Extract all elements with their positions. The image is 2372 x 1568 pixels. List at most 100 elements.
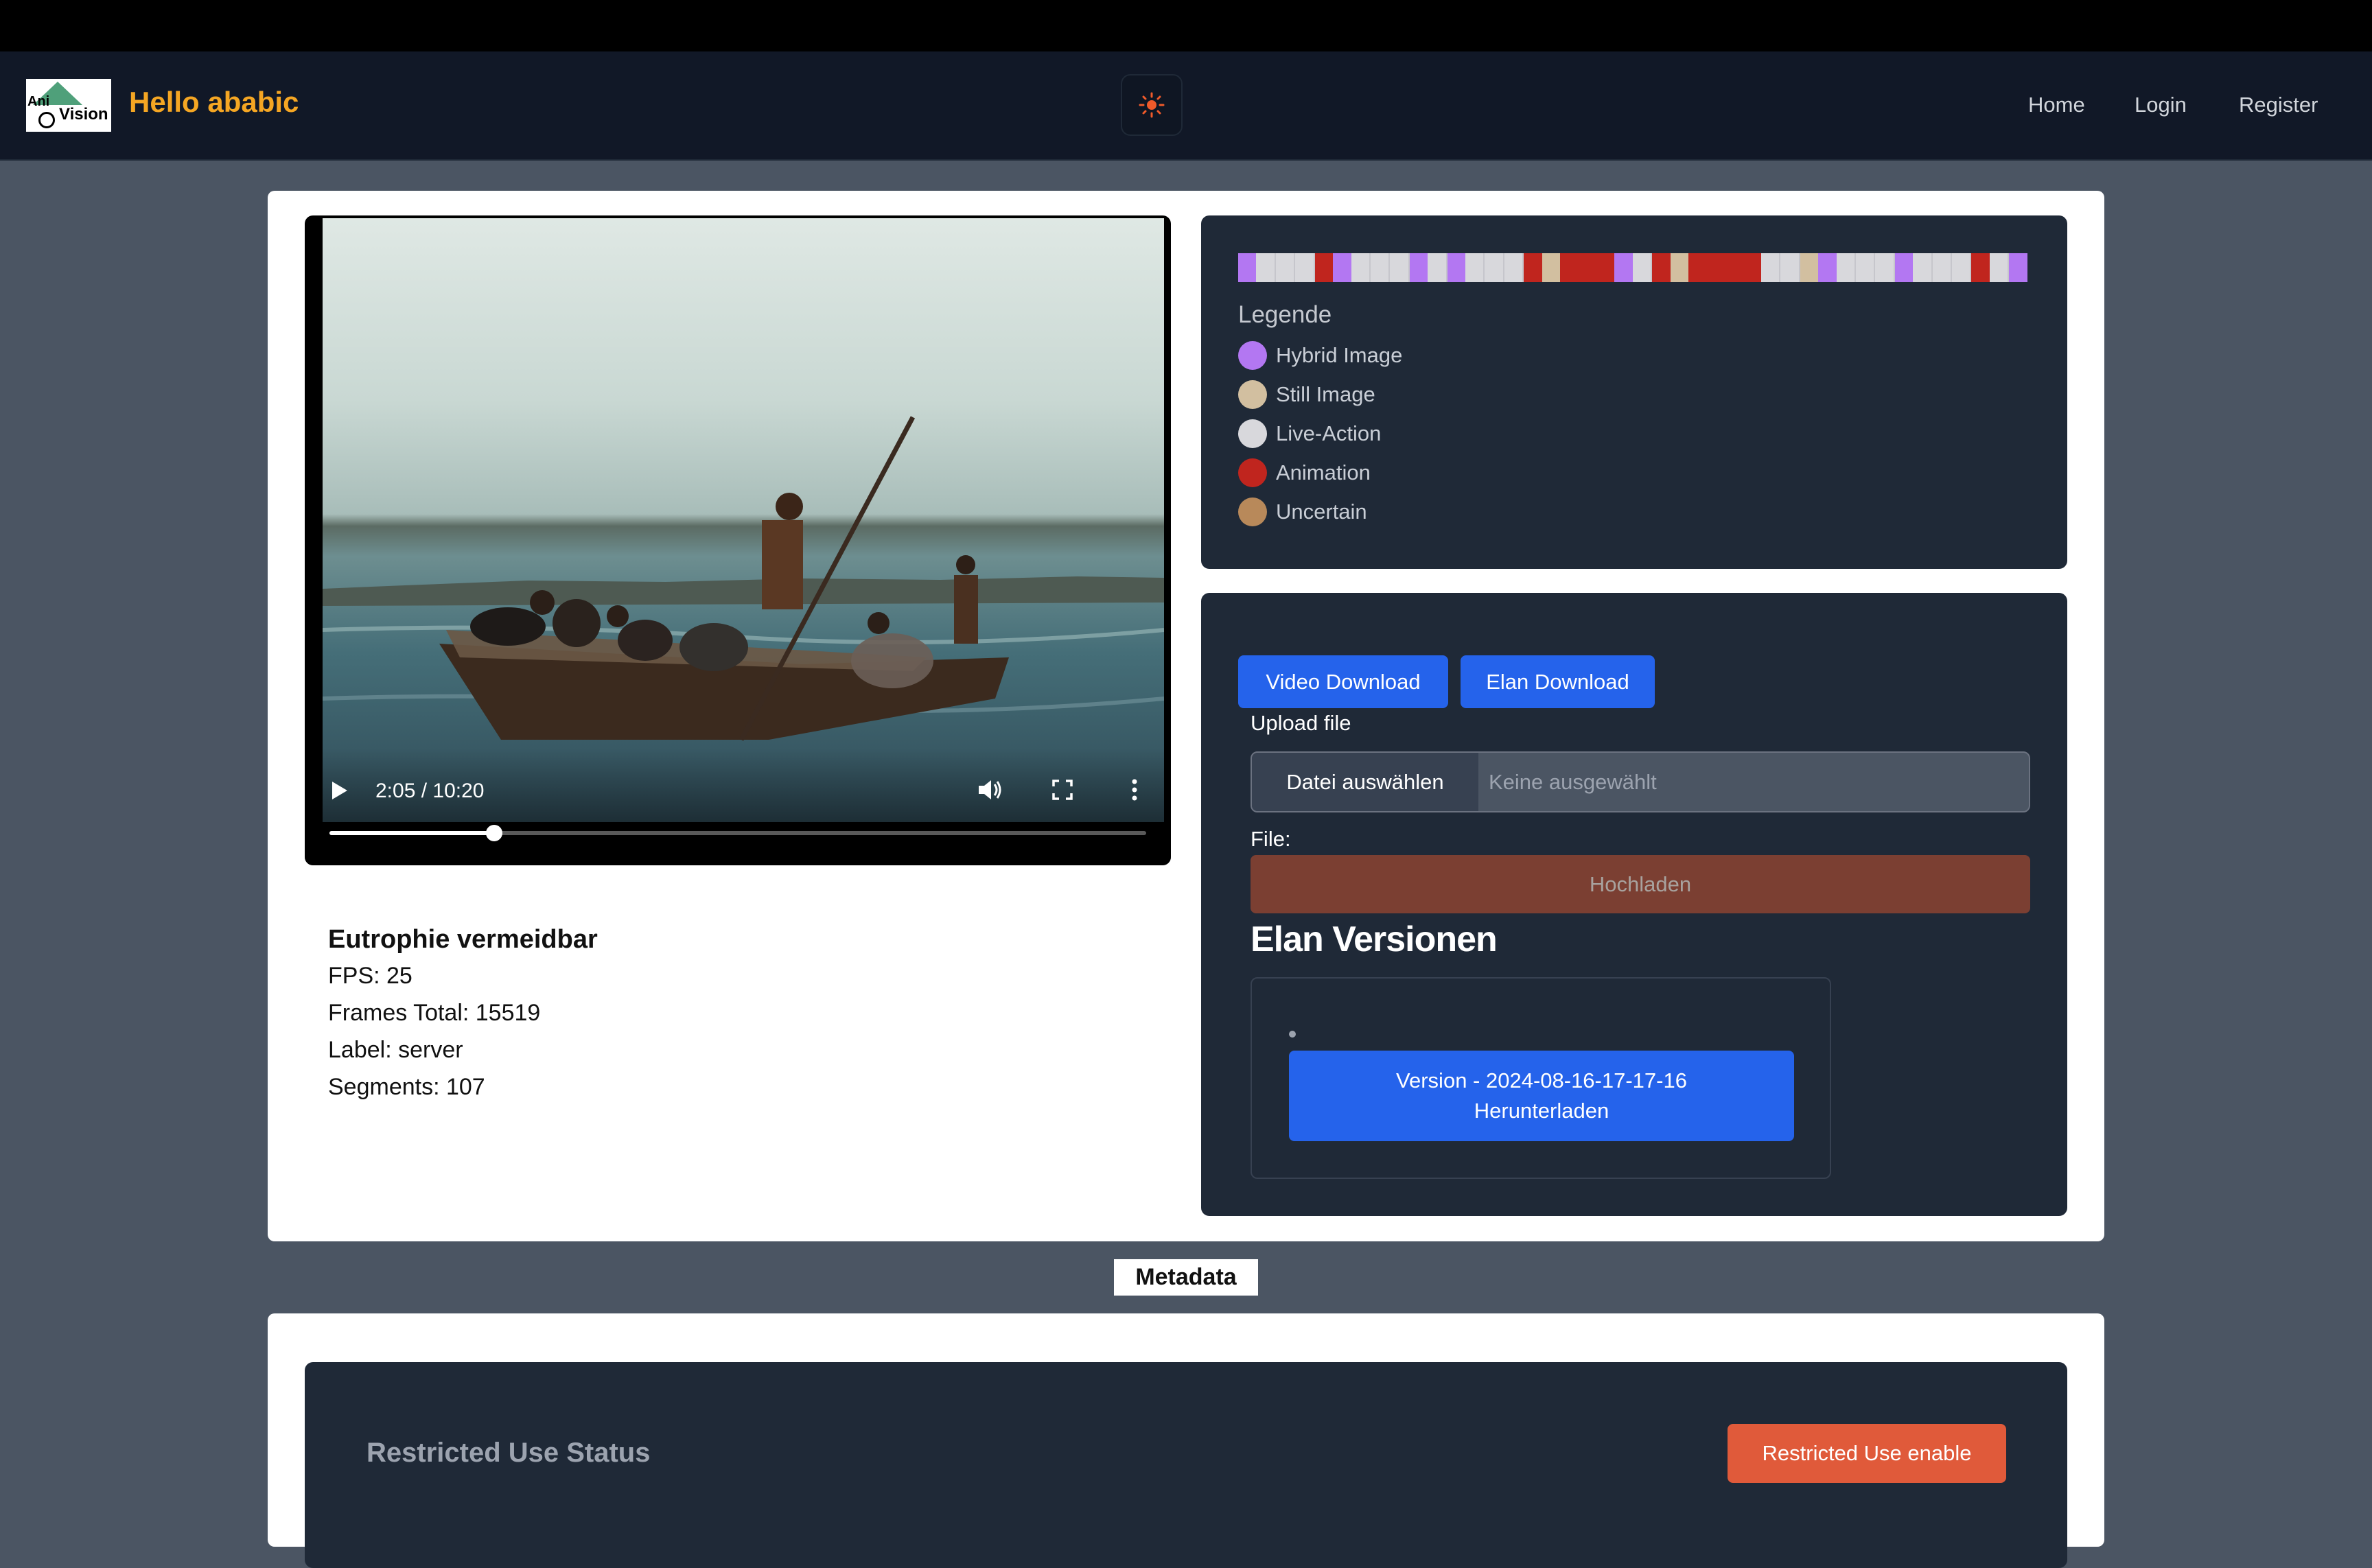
logo-text-vision: Vision bbox=[59, 105, 108, 124]
version-button-text: Version - 2024-08-16-17-17-16 Herunterla… bbox=[1396, 1066, 1687, 1126]
timeline-segment-animation[interactable] bbox=[1578, 253, 1597, 282]
legend-item-uncertain: Uncertain bbox=[1238, 492, 1402, 531]
legend-dot-still bbox=[1238, 379, 1267, 409]
timeline-segment-hybrid[interactable] bbox=[1614, 253, 1633, 282]
timeline-segment-animation[interactable] bbox=[1524, 253, 1542, 282]
seek-bar[interactable] bbox=[329, 825, 1146, 841]
timeline-segment-live[interactable] bbox=[1913, 253, 1933, 282]
timeline-segment-live[interactable] bbox=[1836, 253, 1856, 282]
timeline-segment-live[interactable] bbox=[1932, 253, 1953, 282]
video-download-button[interactable]: Video Download bbox=[1238, 655, 1448, 708]
nav-home-link[interactable]: Home bbox=[2028, 93, 2085, 117]
legend-label: Animation bbox=[1276, 460, 1371, 484]
timeline-segment-animation[interactable] bbox=[1560, 253, 1579, 282]
logo-magnifier-icon bbox=[38, 112, 55, 128]
timeline-segment-hybrid[interactable] bbox=[1818, 253, 1837, 282]
restricted-use-enable-button[interactable]: Restricted Use enable bbox=[1728, 1424, 2006, 1483]
greeting-title: Hello ababic bbox=[129, 86, 299, 118]
video-frames-total: Frames Total: 15519 bbox=[328, 1000, 541, 1026]
timeline-segment-live[interactable] bbox=[1351, 253, 1371, 282]
timeline-segment-animation[interactable] bbox=[1724, 253, 1743, 282]
timeline-segment-live[interactable] bbox=[1256, 253, 1276, 282]
elan-download-button[interactable]: Elan Download bbox=[1461, 655, 1655, 708]
video-scene-image bbox=[323, 416, 1164, 741]
timeline-segment-live[interactable] bbox=[1428, 253, 1447, 282]
timeline-segment-animation[interactable] bbox=[1652, 253, 1671, 282]
timeline-segment-hybrid[interactable] bbox=[1447, 253, 1466, 282]
upload-file-label: Upload file bbox=[1251, 711, 1351, 735]
timeline-segment-hybrid[interactable] bbox=[2009, 253, 2027, 282]
timeline-segment-live[interactable] bbox=[1390, 253, 1410, 282]
list-bullet bbox=[1289, 1031, 1296, 1038]
sun-icon bbox=[1139, 92, 1165, 118]
video-frame bbox=[323, 218, 1164, 822]
file-input[interactable]: Datei auswählen Keine ausgewählt bbox=[1251, 751, 2030, 812]
timeline-segment-hybrid[interactable] bbox=[1894, 253, 1914, 282]
download-panel: Video Download Elan Download Upload file… bbox=[1201, 593, 2067, 1216]
version-download-button[interactable]: Version - 2024-08-16-17-17-16 Herunterla… bbox=[1289, 1051, 1794, 1141]
video-title: Eutrophie vermeidbar bbox=[328, 925, 598, 954]
navbar: Ani Vision Hello ababic Home Login Regis… bbox=[0, 51, 2372, 161]
nav-login-link[interactable]: Login bbox=[2135, 93, 2187, 117]
timeline-segment-animation[interactable] bbox=[1314, 253, 1334, 282]
restricted-use-panel: Restricted Use Status Restricted Use ena… bbox=[305, 1362, 2067, 1568]
version-name: Version - 2024-08-16-17-17-16 bbox=[1396, 1068, 1687, 1092]
timeline-segment-live[interactable] bbox=[1952, 253, 1972, 282]
timeline-segment-live[interactable] bbox=[1780, 253, 1800, 282]
timeline-segment-live[interactable] bbox=[1989, 253, 2010, 282]
timeline-segment-animation[interactable] bbox=[1743, 253, 1761, 282]
elan-versions-list: Version - 2024-08-16-17-17-16 Herunterla… bbox=[1251, 977, 1831, 1179]
timeline-segment-still[interactable] bbox=[1670, 253, 1689, 282]
metadata-tab-label[interactable]: Metadata bbox=[1114, 1259, 1258, 1296]
legend-dot-live bbox=[1238, 419, 1267, 448]
window-top-bar bbox=[0, 0, 2372, 51]
no-file-selected-text: Keine ausgewählt bbox=[1489, 769, 1657, 794]
fullscreen-icon[interactable] bbox=[1044, 771, 1081, 808]
file-label: File: bbox=[1251, 827, 1291, 851]
legend-label: Still Image bbox=[1276, 382, 1375, 406]
timeline-segment-live[interactable] bbox=[1295, 253, 1315, 282]
timeline-segment-animation[interactable] bbox=[1688, 253, 1707, 282]
timeline-segment-hybrid[interactable] bbox=[1333, 253, 1351, 282]
timeline-segment-live[interactable] bbox=[1275, 253, 1296, 282]
nav-register-link[interactable]: Register bbox=[2239, 93, 2318, 117]
timeline-segment-animation[interactable] bbox=[1706, 253, 1725, 282]
legend-panel: Legende Hybrid Image Still Image Live-Ac… bbox=[1201, 215, 2067, 569]
segment-timeline[interactable] bbox=[1238, 253, 2027, 282]
legend-item-still-image: Still Image bbox=[1238, 375, 1402, 414]
legend-item-hybrid-image: Hybrid Image bbox=[1238, 336, 1402, 375]
restricted-use-title: Restricted Use Status bbox=[367, 1438, 651, 1468]
video-player[interactable]: 2:05 / 10:20 bbox=[305, 215, 1171, 865]
timeline-segment-live[interactable] bbox=[1632, 253, 1653, 282]
upload-button[interactable]: Hochladen bbox=[1251, 855, 2030, 913]
legend-dot-hybrid bbox=[1238, 340, 1267, 370]
timeline-segment-live[interactable] bbox=[1760, 253, 1781, 282]
timeline-segment-hybrid[interactable] bbox=[1238, 253, 1257, 282]
timeline-segment-live[interactable] bbox=[1485, 253, 1504, 282]
choose-file-button[interactable]: Datei auswählen bbox=[1252, 753, 1478, 811]
play-icon[interactable] bbox=[332, 782, 347, 799]
video-label: Label: server bbox=[328, 1037, 463, 1063]
timeline-segment-still[interactable] bbox=[1800, 253, 1819, 282]
video-controls-overlay bbox=[305, 749, 1171, 865]
legend-label: Hybrid Image bbox=[1276, 342, 1403, 367]
timeline-segment-still[interactable] bbox=[1542, 253, 1561, 282]
more-options-icon[interactable] bbox=[1116, 771, 1153, 808]
elan-versions-title: Elan Versionen bbox=[1251, 920, 1498, 959]
timeline-segment-animation[interactable] bbox=[1971, 253, 1990, 282]
timeline-segment-animation[interactable] bbox=[1596, 253, 1615, 282]
seek-bar-progress bbox=[329, 831, 494, 835]
timeline-segment-live[interactable] bbox=[1370, 253, 1391, 282]
timeline-segment-hybrid[interactable] bbox=[1409, 253, 1428, 282]
video-time-display: 2:05 / 10:20 bbox=[375, 780, 485, 802]
timeline-segment-live[interactable] bbox=[1465, 253, 1485, 282]
volume-icon[interactable] bbox=[971, 771, 1008, 808]
timeline-segment-live[interactable] bbox=[1504, 253, 1524, 282]
timeline-segment-live[interactable] bbox=[1875, 253, 1895, 282]
legend-item-live-action: Live-Action bbox=[1238, 414, 1402, 453]
video-segments: Segments: 107 bbox=[328, 1074, 485, 1100]
timeline-segment-live[interactable] bbox=[1855, 253, 1876, 282]
seek-bar-thumb[interactable] bbox=[485, 825, 502, 841]
app-logo[interactable]: Ani Vision bbox=[26, 79, 111, 132]
theme-toggle-button[interactable] bbox=[1121, 74, 1183, 136]
